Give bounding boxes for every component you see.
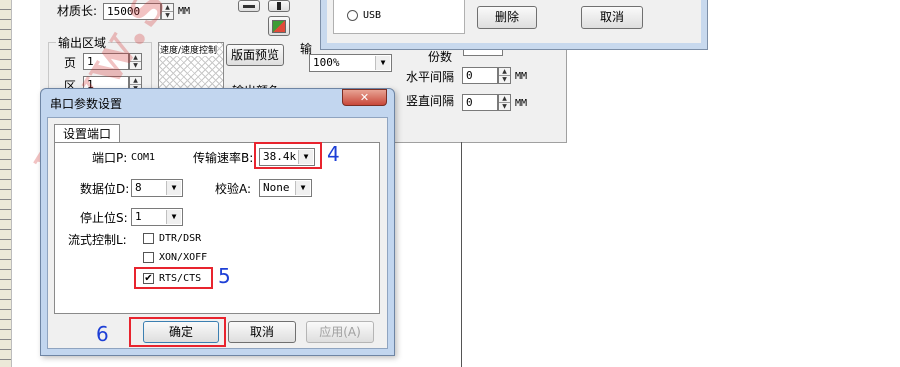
copies-label: 份数 [428,50,453,64]
image-icon [272,20,286,33]
stopbits-value: 1 [135,210,142,223]
h-spacing-label: 水平间隔 [406,70,455,84]
usb-label: USB [363,10,382,21]
layout-preview-button[interactable]: 版面预览 [226,44,284,66]
delete-button[interactable]: 删除 [477,6,537,29]
serial-dialog-title: 串口参数设置 [50,97,123,111]
pin-icon [277,2,281,10]
chevron-down-icon: ▼ [166,210,181,224]
toolbar-button-3[interactable] [268,16,290,36]
h-spacing-input[interactable]: 0 [462,67,498,84]
flow-dtr-label: DTR/DSR [159,233,202,244]
step-6-label: 6 [96,322,109,346]
material-length-label: 材质长: [57,4,98,18]
flow-label: 流式控制L: [68,233,127,247]
align-icon [243,5,255,8]
toolbar-button-2[interactable] [268,0,290,12]
stopbits-select[interactable]: 1 ▼ [131,208,183,226]
zoom-select[interactable]: 100% ▼ [309,54,392,72]
toolbar-button-1[interactable] [238,0,260,12]
h-spacing-spinner[interactable]: ▲ ▼ [498,67,511,84]
vertical-ruler [0,0,12,367]
usb-radio[interactable] [347,10,358,21]
tab-page [54,142,380,314]
ok-highlight-box [129,317,226,347]
rts-highlight-box [134,267,213,289]
apply-button[interactable]: 应用(A) [306,321,374,343]
tab-settings-port[interactable]: 设置端口 [54,124,120,143]
serial-dialog-close-button[interactable]: ✕ [342,89,387,106]
parity-value: None [263,181,290,194]
port-value: COM1 [131,152,156,163]
parity-label: 校验A: [215,182,252,196]
preview-thumbnail-label: 速度/速度控制 [160,43,218,56]
chevron-down-icon: ▼ [295,181,310,195]
v-spacing-spinner[interactable]: ▲ ▼ [498,94,511,111]
canvas-divider [461,142,462,367]
step-4-label: 4 [327,142,340,166]
h-spacing-unit: MM [515,71,528,82]
parity-select[interactable]: None ▼ [259,179,312,197]
v-spacing-unit: MM [515,98,528,109]
tab-settings-port-label: 设置端口 [62,127,111,141]
flow-dtr-checkbox[interactable] [143,233,154,244]
flow-xon-label: XON/XOFF [159,252,208,263]
v-spacing-input[interactable]: 0 [462,94,498,111]
chevron-down-icon: ▼ [166,181,181,195]
chevron-down-icon: ▼ [375,56,390,70]
cancel-button[interactable]: 取消 [228,321,296,343]
databits-select[interactable]: 8 ▼ [131,179,183,197]
close-icon: ✕ [359,91,370,104]
flow-xon-checkbox[interactable] [143,252,154,263]
databits-value: 8 [135,181,142,194]
databits-label: 数据位D: [80,182,130,196]
zoom-value: 100% [313,56,340,69]
port-label: 端口P: [92,151,128,165]
baud-highlight-box [254,142,322,169]
baud-label: 传输速率B: [193,151,254,165]
stopbits-label: 停止位S: [80,211,128,225]
top-cancel-button[interactable]: 取消 [581,6,643,29]
v-spacing-label: 竖直间隔 [406,94,455,108]
step-5-label: 5 [218,264,231,288]
